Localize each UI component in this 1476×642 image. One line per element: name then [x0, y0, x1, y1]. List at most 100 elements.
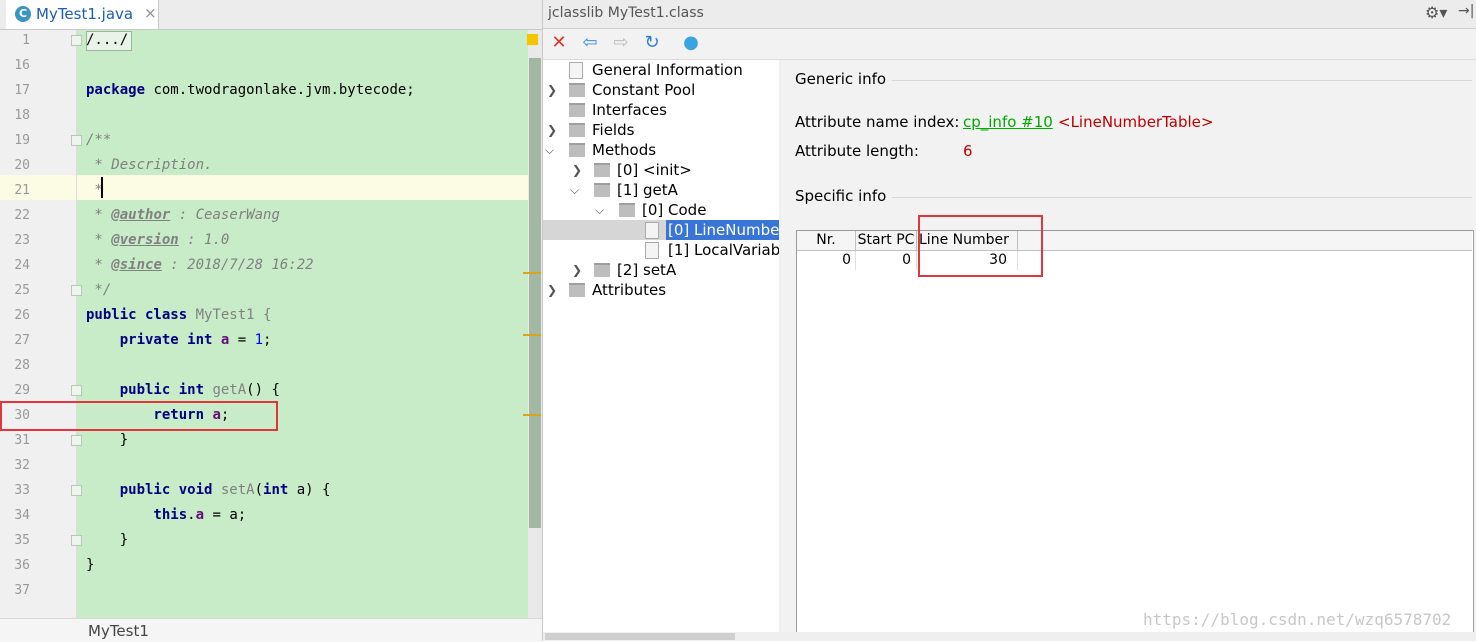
attribute-name-index-label: Attribute name index: [795, 113, 960, 131]
line-number: 32 [14, 458, 30, 473]
text-caret [101, 177, 103, 198]
web-browser-icon[interactable]: ● [680, 32, 702, 54]
line-number: 16 [14, 58, 30, 73]
fold-collapse-icon[interactable] [71, 485, 82, 496]
watermark-text: https://blog.csdn.net/wzq6578702 [1143, 610, 1452, 629]
code-line-comment: * @version : 1.0 [86, 232, 230, 248]
code-line-package: package com.twodragonlake.jvm.bytecode; [86, 82, 415, 98]
line-number: 1 [22, 33, 30, 48]
folder-icon [569, 103, 585, 117]
document-icon [569, 62, 583, 79]
chevron-down-icon[interactable]: ⌵ [545, 140, 555, 160]
back-arrow-icon[interactable]: ⇦ [579, 32, 601, 54]
specific-info-title: Specific info [795, 187, 887, 205]
chevron-right-icon[interactable]: ❯ [547, 80, 557, 100]
code-line-class: public class MyTest1 { [86, 307, 272, 323]
fold-expand-icon[interactable] [71, 35, 82, 46]
code-line-method-seta: public void setA(int a) { [86, 482, 331, 498]
cell-start-pc: 0 [856, 251, 917, 270]
generic-info-title: Generic info [795, 70, 887, 88]
chevron-down-icon[interactable]: ⌵ [570, 180, 580, 200]
close-icon[interactable]: × [144, 4, 157, 22]
line-number: 25 [14, 283, 30, 298]
code-line-comment: * @author : CeaserWang [86, 207, 280, 223]
folder-icon [594, 263, 610, 277]
fold-collapse-icon[interactable] [71, 435, 82, 446]
tab-title: MyTest1.java [36, 5, 134, 23]
collapsed-region-text: /.../ [86, 32, 129, 48]
column-header-start-pc[interactable]: Start PC [856, 231, 917, 250]
line-number: 29 [14, 383, 30, 398]
code-line-brace: } [86, 432, 129, 448]
chevron-right-icon[interactable]: ❯ [572, 260, 582, 280]
line-number: 24 [14, 258, 30, 273]
code-line-comment: /** [86, 132, 112, 148]
code-line-comment: * Description. [86, 157, 213, 173]
line-number: 34 [14, 508, 30, 523]
line-number: 18 [14, 108, 30, 123]
line-number: 20 [14, 158, 30, 173]
jclasslib-title: jclasslib MyTest1.class [548, 5, 704, 21]
fold-collapse-icon[interactable] [71, 285, 82, 296]
code-line-brace: } [86, 532, 129, 548]
chevron-right-icon[interactable]: ❯ [572, 160, 582, 180]
chevron-right-icon[interactable]: ❯ [547, 280, 557, 300]
error-stripe-mark[interactable] [523, 414, 541, 416]
code-line-comment: * @since : 2018/7/28 16:22 [86, 257, 314, 273]
line-number-table [796, 230, 1474, 634]
code-area[interactable] [77, 30, 528, 618]
code-line-field: private int a = 1; [86, 332, 272, 348]
folder-icon [594, 163, 610, 177]
refresh-icon[interactable]: ↻ [641, 32, 663, 54]
close-icon[interactable]: ✕ [548, 32, 570, 54]
line-number: 21 [14, 183, 30, 198]
fold-collapse-icon[interactable] [71, 135, 82, 146]
line-number: 17 [14, 83, 30, 98]
line-number: 35 [14, 533, 30, 548]
fold-collapse-icon[interactable] [71, 535, 82, 546]
code-line-assign: this.a = a; [86, 507, 247, 523]
fold-collapse-icon[interactable] [71, 385, 82, 396]
hide-panel-icon[interactable]: →| [1458, 3, 1474, 19]
document-icon [645, 222, 659, 239]
folder-icon [569, 283, 585, 297]
column-header-nr[interactable]: Nr. [797, 231, 856, 250]
cp-info-link[interactable]: cp_info #10 [963, 113, 1053, 131]
section-divider [892, 80, 1472, 81]
inspection-status-icon[interactable] [527, 34, 538, 45]
cell-nr: 0 [797, 251, 856, 270]
section-divider [892, 197, 1472, 198]
line-number: 26 [14, 308, 30, 323]
line-number: 37 [14, 583, 30, 598]
editor-scrollbar-thumb[interactable] [529, 58, 541, 528]
breadcrumb-item[interactable]: MyTest1 [88, 622, 149, 640]
editor-breadcrumb: MyTest1 [0, 618, 542, 642]
folder-icon [594, 183, 610, 197]
folder-icon [569, 83, 585, 97]
forward-arrow-icon[interactable]: ⇨ [610, 32, 632, 54]
error-stripe-mark[interactable] [523, 334, 541, 336]
highlight-box-line-30 [0, 401, 278, 431]
line-number: 19 [14, 133, 30, 148]
chevron-down-icon[interactable]: ⌵ [595, 200, 605, 220]
code-line-brace: } [86, 557, 95, 573]
gear-icon[interactable]: ⚙▾ [1425, 3, 1447, 22]
line-number: 27 [14, 333, 30, 348]
chevron-right-icon[interactable]: ❯ [547, 120, 557, 140]
horizontal-scrollbar-thumb[interactable] [545, 633, 735, 640]
java-class-icon: C [15, 6, 31, 22]
error-stripe-mark[interactable] [523, 272, 541, 274]
line-number: 22 [14, 208, 30, 223]
current-line-highlight [77, 175, 528, 200]
code-line-method-geta: public int getA() { [86, 382, 280, 398]
attribute-length-value: 6 [963, 142, 973, 160]
editor-tab-mytest1[interactable]: C MyTest1.java × [6, 0, 159, 29]
folder-icon [569, 143, 585, 157]
line-number: 36 [14, 558, 30, 573]
highlight-box-line-number [918, 215, 1043, 277]
line-number: 23 [14, 233, 30, 248]
attribute-length-label: Attribute length: [795, 142, 919, 160]
attribute-name-value: <LineNumberTable> [1058, 113, 1214, 131]
folder-icon [569, 123, 585, 137]
folder-icon [619, 203, 635, 217]
